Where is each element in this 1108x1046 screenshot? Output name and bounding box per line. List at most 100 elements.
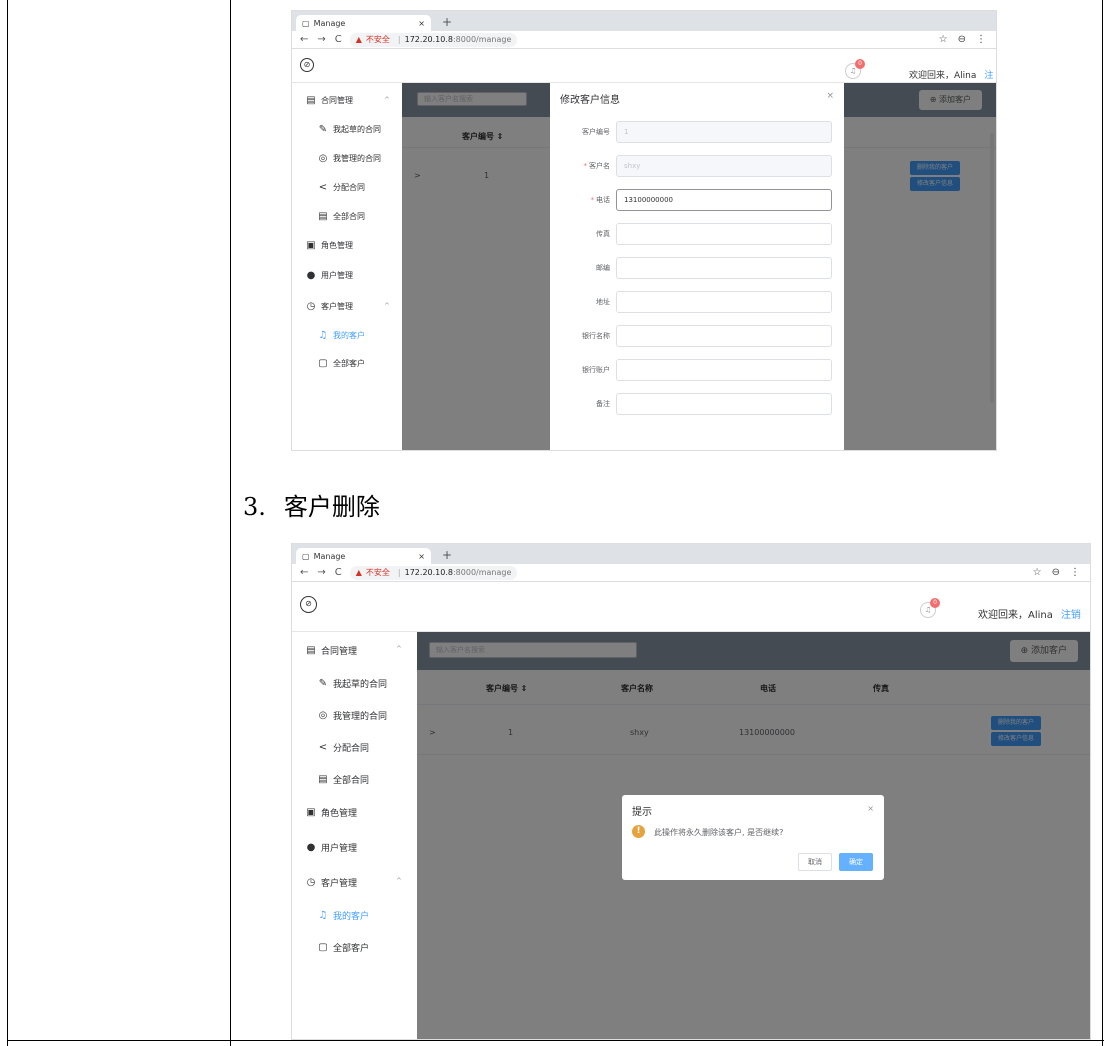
sidebar-item-label: 客户管理 — [321, 879, 358, 889]
id-card-icon: ▣ — [306, 807, 316, 818]
bank-name-field[interactable] — [616, 325, 832, 347]
sidebar-item-label: 合同管理 — [321, 96, 353, 105]
pen-icon: ✎ — [318, 678, 328, 689]
sidebar-item-contract-mgmt[interactable]: ▤ 合同管理 — [306, 95, 353, 106]
sidebar-item-user-mgmt[interactable]: ● 用户管理 — [306, 841, 357, 854]
sidebar-item-customer-mgmt[interactable]: ◷ 客户管理 — [306, 876, 357, 889]
sidebar-item-label: 角色管理 — [321, 809, 358, 819]
notification-badge: 0 — [930, 598, 940, 608]
forward-arrow-icon[interactable]: → — [317, 34, 325, 45]
share-icon: < — [318, 182, 328, 193]
fax-field[interactable] — [616, 223, 832, 245]
back-arrow-icon[interactable]: ← — [300, 567, 308, 578]
browser-tab-bar: ▢ Manage × + — [292, 11, 996, 31]
new-tab-icon[interactable]: + — [442, 548, 452, 562]
browser-tab-bar: ▢ Manage × + — [292, 544, 1090, 564]
profile-icon[interactable]: ⊖ — [1052, 567, 1060, 578]
step-title: 客户删除 — [283, 493, 380, 521]
chevron-up-icon[interactable]: ^ — [384, 96, 390, 104]
tab-close-icon[interactable]: × — [418, 552, 425, 561]
sidebar-item-contract-mgmt[interactable]: ▤ 合同管理 — [306, 644, 357, 657]
url-separator: | — [397, 35, 401, 44]
edit-customer-dialog: 修改客户信息 × 客户编号 1 * 客户名 shxy * 电话 1310000000… — [550, 83, 844, 450]
form-label: 备注 — [530, 393, 610, 415]
table-border-middle — [230, 0, 231, 1046]
sidebar-item-my-draft-contracts[interactable]: ✎ 我起草的合同 — [318, 677, 387, 690]
notification-badge: 0 — [855, 59, 865, 69]
close-icon[interactable]: × — [867, 804, 874, 813]
customer-id-field[interactable]: 1 — [616, 121, 832, 143]
back-arrow-icon[interactable]: ← — [300, 34, 308, 45]
sidebar-item-customer-mgmt[interactable]: ◷ 客户管理 — [306, 301, 353, 312]
warning-icon: ▲ — [355, 35, 362, 44]
sidebar-item-label: 我管理的合同 — [333, 154, 381, 163]
confirm-button[interactable]: 确定 — [839, 853, 873, 871]
url-path: :8000/manage — [452, 35, 512, 44]
screenshot-edit-customer: ▢ Manage × + ← → C ▲ 不安全 | 172.20.10.8 :… — [291, 10, 997, 451]
sidebar-item-label: 我管理的合同 — [333, 712, 388, 722]
logout-link[interactable]: 注销 — [1061, 610, 1081, 621]
table-border-right — [1102, 0, 1103, 1046]
dialog-message: 此操作将永久删除该客户, 是否继续? — [654, 828, 784, 837]
clipboard-icon: ▤ — [306, 645, 316, 656]
close-icon[interactable]: × — [826, 91, 834, 101]
bank-account-field[interactable] — [616, 359, 832, 381]
sidebar-item-my-draft-contracts[interactable]: ✎ 我起草的合同 — [318, 124, 381, 135]
chevron-up-icon[interactable]: ^ — [396, 645, 402, 653]
label-text: 客户名 — [589, 162, 610, 170]
form-label: 传真 — [530, 223, 610, 245]
tab-close-icon[interactable]: × — [418, 19, 425, 28]
browser-toolbar: ← → C ▲ 不安全 | 172.20.10.8 :8000/manage ☆… — [292, 31, 996, 49]
phone-field[interactable]: 13100000000 — [616, 189, 832, 211]
bookmark-star-icon[interactable]: ☆ — [1033, 567, 1042, 578]
sidebar-item-my-managed-contracts[interactable]: ◎ 我管理的合同 — [318, 153, 381, 164]
new-tab-icon[interactable]: + — [442, 15, 452, 29]
screenshot-delete-customer: ▢ Manage × + ← → C ▲ 不安全 | 172.20.10.8 :… — [291, 543, 1091, 1040]
warning-icon: ▲ — [355, 568, 362, 577]
browser-tab[interactable]: ▢ Manage × — [296, 15, 431, 31]
chevron-up-icon[interactable]: ^ — [384, 302, 390, 310]
main-content: 输入客户名搜索 ⊕ 添加客户 客户编号 ⇕ > 1 删除我的客户 修改客户信息 … — [402, 83, 996, 450]
sidebar-item-my-managed-contracts[interactable]: ◎ 我管理的合同 — [318, 709, 387, 722]
address-field[interactable] — [616, 291, 832, 313]
address-bar[interactable]: ▲ 不安全 | 172.20.10.8 :8000/manage — [349, 565, 518, 580]
notification-bell-icon[interactable]: ♫ 0 — [845, 59, 865, 79]
browser-menu-icon[interactable]: ⋮ — [976, 34, 986, 45]
cancel-button[interactable]: 取消 — [798, 853, 832, 871]
forward-arrow-icon[interactable]: → — [317, 567, 325, 578]
compass-icon[interactable]: ⊘ — [300, 58, 314, 72]
browser-tab[interactable]: ▢ Manage × — [296, 548, 431, 564]
reload-icon[interactable]: C — [335, 34, 342, 45]
sidebar-item-user-mgmt[interactable]: ● 用户管理 — [306, 270, 353, 281]
address-bar[interactable]: ▲ 不安全 | 172.20.10.8 :8000/manage — [349, 32, 518, 47]
sidebar-item-all-contracts[interactable]: ▤ 全部合同 — [318, 211, 365, 222]
reload-icon[interactable]: C — [335, 567, 342, 578]
browser-menu-icon[interactable]: ⋮ — [1070, 567, 1080, 578]
sidebar-item-all-contracts[interactable]: ▤ 全部合同 — [318, 773, 369, 786]
postcode-field[interactable] — [616, 257, 832, 279]
form-row-postcode: 邮编 — [550, 257, 844, 279]
form-label: * 电话 — [530, 189, 611, 211]
remark-field[interactable] — [616, 393, 832, 415]
url-host: 172.20.10.8 — [404, 568, 453, 577]
form-label: 客户编号 — [530, 121, 610, 143]
sidebar-item-assign-contracts[interactable]: < 分配合同 — [318, 741, 369, 754]
compass-icon[interactable]: ⊘ — [300, 596, 317, 613]
insecure-label: 不安全 — [365, 568, 390, 577]
sidebar-item-role-mgmt[interactable]: ▣ 角色管理 — [306, 240, 353, 251]
bookmark-star-icon[interactable]: ☆ — [939, 34, 948, 45]
scrollbar[interactable] — [990, 133, 994, 403]
notification-bell-icon[interactable]: ♫ 0 — [920, 598, 940, 618]
profile-icon[interactable]: ⊖ — [958, 34, 966, 45]
sidebar-item-my-customers[interactable]: ♫ 我的客户 — [318, 909, 370, 922]
sidebar-item-assign-contracts[interactable]: < 分配合同 — [318, 182, 365, 193]
sidebar-item-all-customers[interactable]: ▢ 全部客户 — [318, 941, 369, 954]
sidebar-item-label: 全部合同 — [333, 776, 370, 786]
step-number: 3. — [243, 493, 266, 521]
document-icon: ▤ — [318, 774, 328, 785]
chevron-up-icon[interactable]: ^ — [396, 877, 402, 885]
sidebar-item-role-mgmt[interactable]: ▣ 角色管理 — [306, 806, 357, 819]
sidebar-item-my-customers[interactable]: ♫ 我的客户 — [318, 330, 365, 341]
sidebar-item-all-customers[interactable]: ▢ 全部客户 — [318, 358, 365, 369]
customer-name-field[interactable]: shxy — [616, 155, 832, 177]
